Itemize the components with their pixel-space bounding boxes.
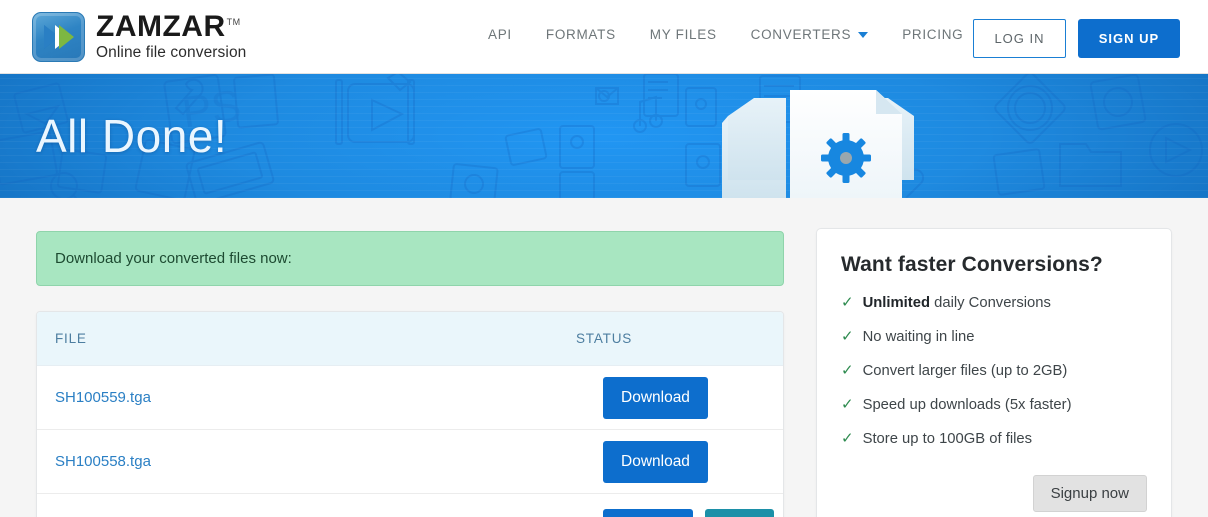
nav-item-my-files[interactable]: MY FILES	[650, 27, 717, 42]
success-alert-text: Download your converted files now:	[55, 250, 292, 267]
login-button[interactable]: LOG IN	[973, 19, 1066, 58]
main-navigation: API FORMATS MY FILES CONVERTERS PRICING …	[488, 27, 1035, 42]
table-header-row: FILE STATUS	[37, 312, 783, 366]
row-actions: Download	[603, 376, 763, 419]
main-column: Download your converted files now: FILE …	[36, 231, 784, 517]
nav-label: API	[488, 27, 512, 42]
hero-banner: PS	[0, 74, 1208, 198]
check-icon: ✓	[841, 396, 854, 413]
logo[interactable]: ZAMZARTM Online file conversion	[32, 10, 247, 62]
zamzar-logo-icon	[32, 11, 85, 62]
logo-trademark: TM	[226, 17, 241, 28]
chevron-down-icon	[858, 31, 869, 38]
file-link[interactable]: SH100558.tga	[55, 453, 603, 470]
sidebar-column: Want faster Conversions? ✓ Unlimited dai…	[816, 228, 1172, 517]
nav-label: PRICING	[902, 27, 964, 42]
check-icon: ✓	[841, 294, 854, 311]
promo-feature: ✓ Convert larger files (up to 2GB)	[841, 363, 1147, 379]
table-row: Download Delete	[37, 494, 783, 517]
page-title: All Done!	[36, 110, 228, 162]
logo-wordmark: ZAMZAR	[96, 10, 226, 44]
promo-feature: ✓ No waiting in line	[841, 329, 1147, 345]
nav-item-api[interactable]: API	[488, 27, 512, 42]
nav-label: MY FILES	[649, 27, 717, 42]
column-header-file: FILE	[55, 331, 87, 346]
signup-button[interactable]: SIGN UP	[1078, 19, 1180, 58]
success-alert: Download your converted files now:	[36, 231, 784, 286]
converted-files-table: FILE STATUS SH100559.tga Download SH1005…	[36, 311, 784, 517]
check-icon: ✓	[841, 362, 854, 379]
promo-feature: ✓ Speed up downloads (5x faster)	[841, 397, 1147, 413]
promo-feature-text: Speed up downloads (5x faster)	[862, 397, 1072, 413]
table-row: SH100558.tga Download	[37, 430, 783, 494]
promo-feature-text: No waiting in line	[862, 329, 975, 345]
nav-label: CONVERTERS	[750, 27, 852, 42]
promo-feature: ✓ Unlimited daily Conversions	[841, 295, 1147, 311]
nav-item-pricing[interactable]: PRICING	[902, 27, 963, 42]
row-actions: Download	[603, 440, 763, 483]
row-actions: Download Delete	[603, 508, 775, 517]
site-header: ZAMZARTM Online file conversion API FORM…	[0, 0, 1208, 74]
page-body: Download your converted files now: FILE …	[0, 198, 1208, 517]
promo-feature: ✓ Store up to 100GB of files	[841, 431, 1147, 447]
download-button[interactable]: Download	[603, 440, 708, 483]
column-header-status: STATUS	[576, 331, 633, 346]
download-button[interactable]: Download	[603, 376, 708, 419]
auth-buttons: LOG IN SIGN UP	[973, 19, 1180, 58]
faster-conversions-card: Want faster Conversions? ✓ Unlimited dai…	[816, 228, 1172, 517]
hero-document-graphic	[722, 90, 914, 198]
download-button[interactable]: Download	[603, 508, 693, 517]
promo-feature-strong: Unlimited	[862, 295, 930, 311]
promo-title: Want faster Conversions?	[841, 253, 1103, 276]
promo-cta-row: Signup now	[841, 475, 1147, 512]
nav-item-converters[interactable]: CONVERTERS	[751, 27, 869, 42]
file-link[interactable]: SH100559.tga	[55, 389, 603, 406]
nav-item-formats[interactable]: FORMATS	[546, 27, 616, 42]
signup-now-button[interactable]: Signup now	[1032, 475, 1147, 512]
promo-feature-text: Store up to 100GB of files	[862, 431, 1033, 447]
logo-tagline: Online file conversion	[96, 44, 247, 62]
promo-feature-text: daily Conversions	[930, 295, 1051, 311]
delete-button[interactable]: Delete	[704, 508, 775, 517]
promo-feature-text: Convert larger files (up to 2GB)	[862, 363, 1068, 379]
check-icon: ✓	[841, 430, 854, 447]
nav-label: FORMATS	[545, 27, 616, 42]
check-icon: ✓	[841, 328, 854, 345]
table-row: SH100559.tga Download	[37, 366, 783, 430]
